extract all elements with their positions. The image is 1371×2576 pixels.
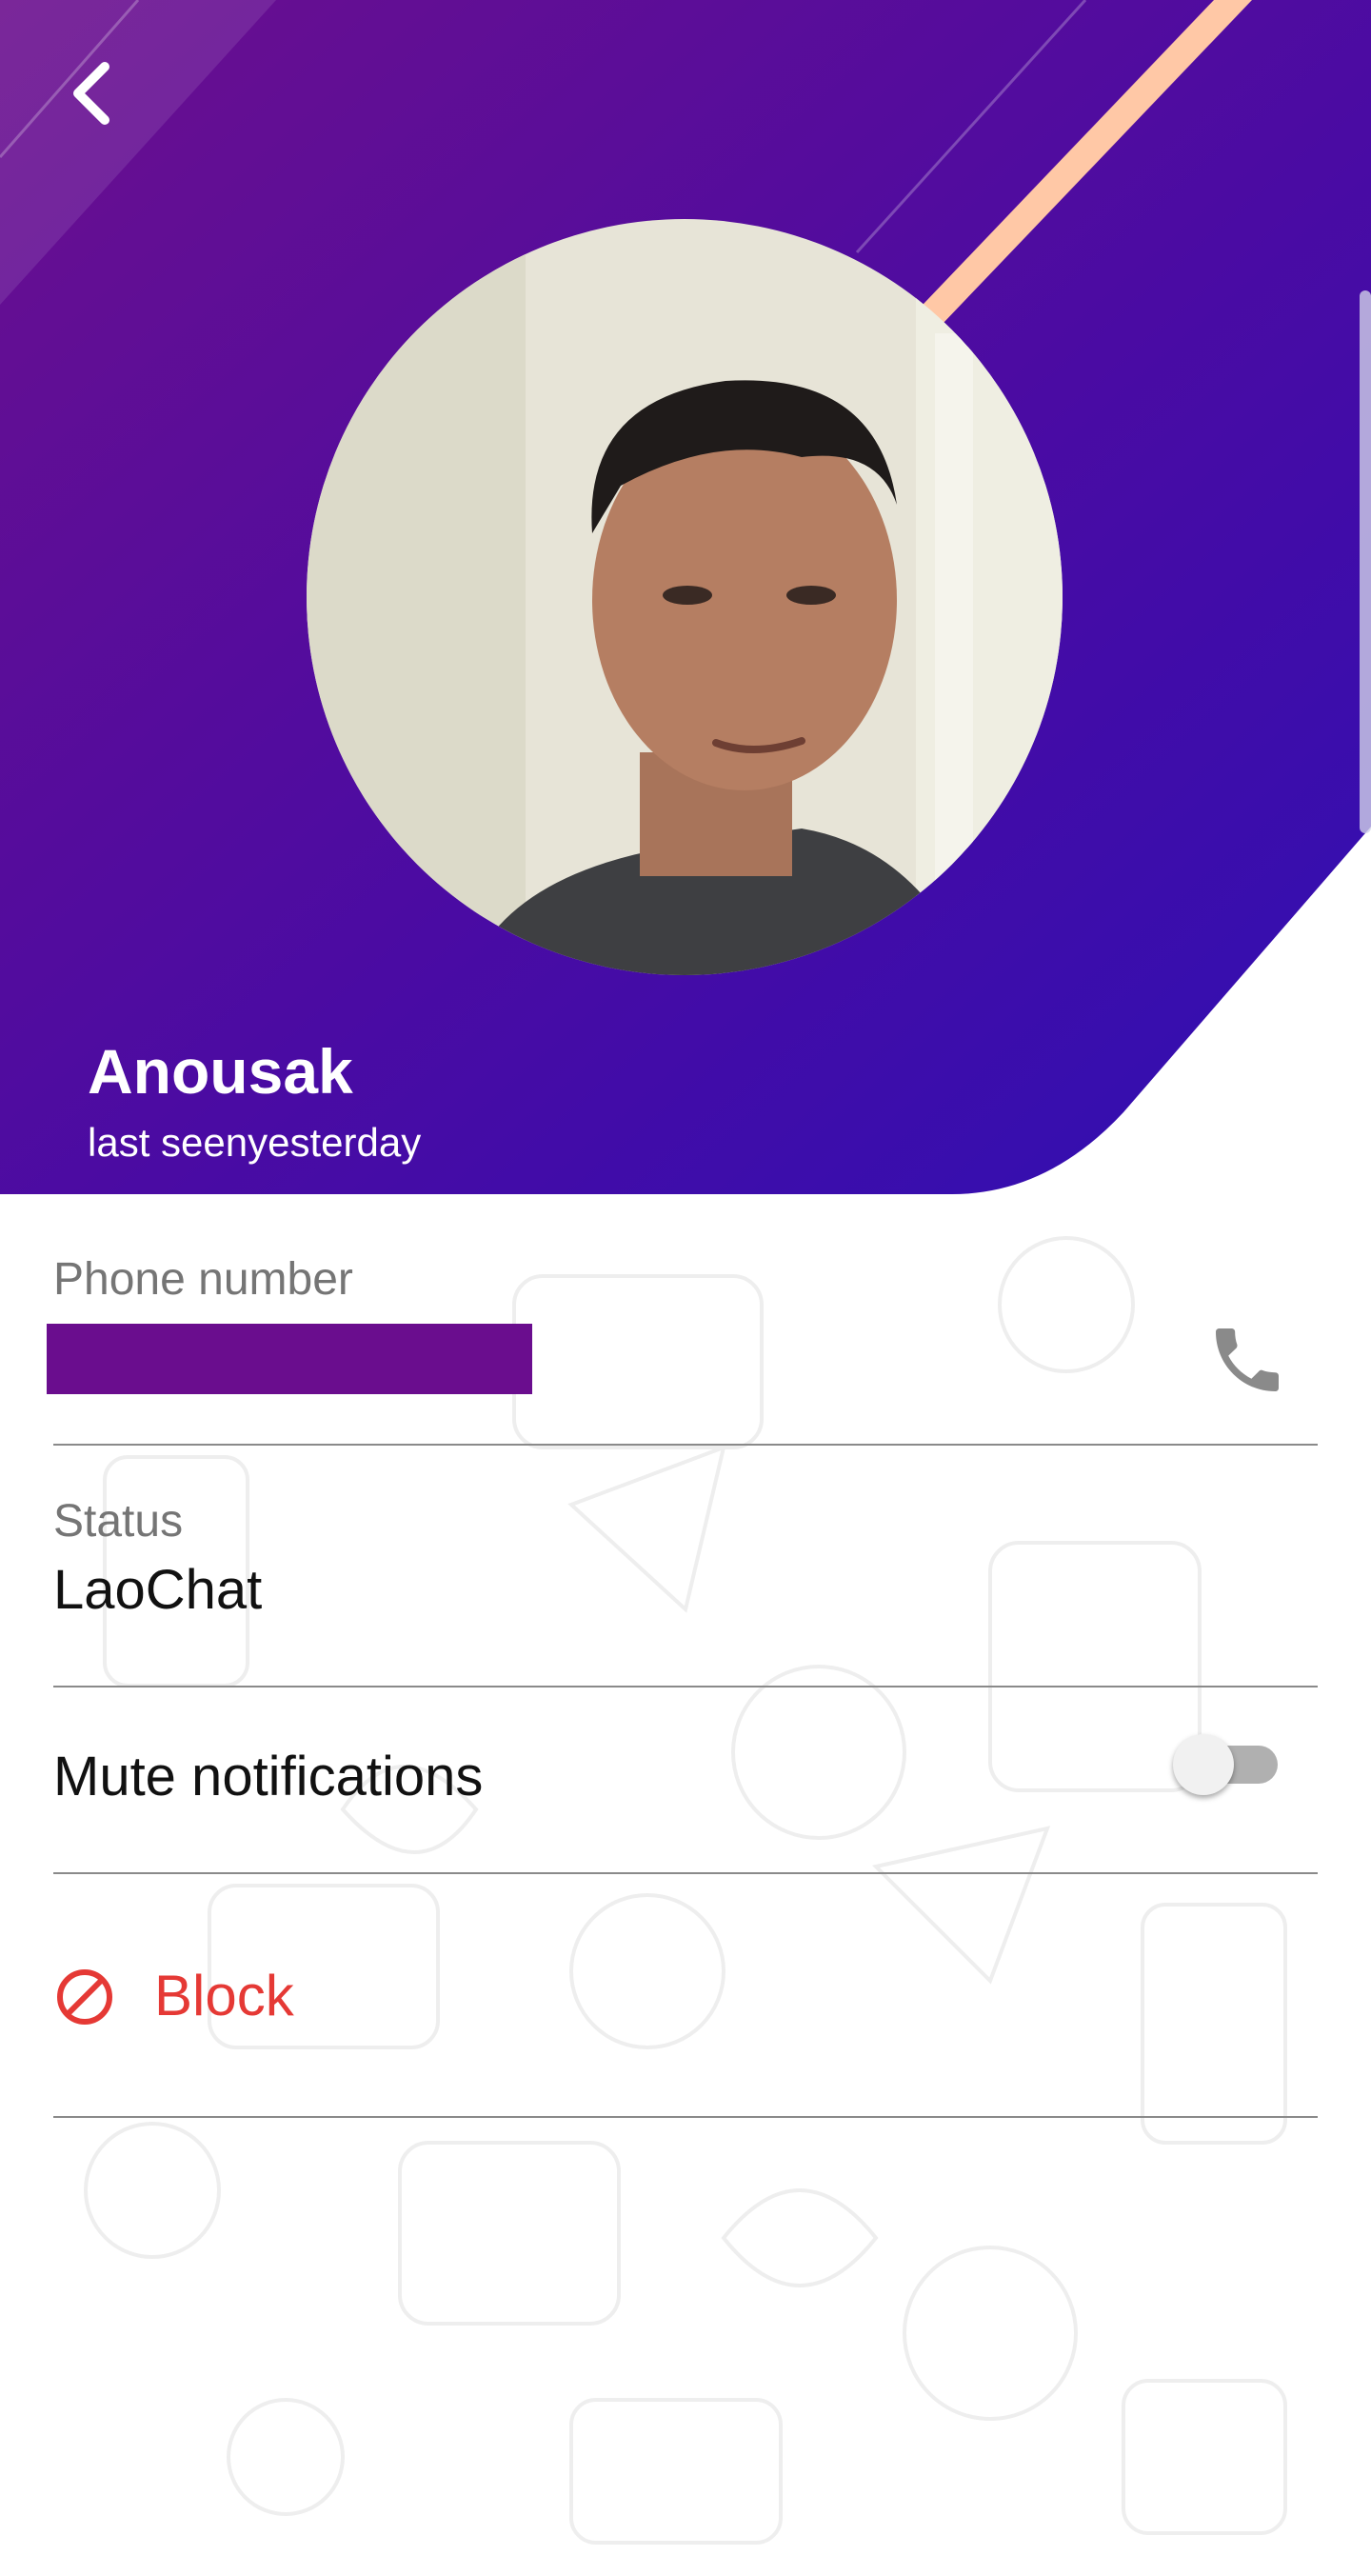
phone-number-redacted [47,1324,532,1394]
status-row: Status LaoChat [53,1446,1318,1686]
status-label: Status [53,1496,184,1547]
toggle-knob [1173,1734,1234,1795]
last-seen-status: last seenyesterday [88,1120,422,1165]
block-icon [57,1969,112,2025]
contact-name: Anousak [88,1036,353,1107]
avatar-image [307,219,1063,975]
call-button[interactable] [1205,1318,1289,1402]
divider [53,2116,1318,2118]
divider [53,1872,1318,1874]
profile-header: Anousak last seenyesterday [0,0,1371,1194]
status-value: LaoChat [53,1559,263,1621]
profile-avatar[interactable] [307,219,1063,975]
mute-notifications-toggle[interactable] [1173,1734,1282,1795]
chevron-left-icon [73,62,109,125]
block-contact-button[interactable]: Block [53,1937,1318,2051]
mute-notifications-row[interactable]: Mute notifications [53,1687,1318,1872]
back-button[interactable] [57,57,129,130]
block-label: Block [154,1964,294,2027]
phone-icon [1216,1328,1279,1391]
mute-notifications-label: Mute notifications [53,1746,484,1807]
phone-number-label: Phone number [53,1254,353,1305]
phone-number-row: Phone number [47,1194,1318,1444]
